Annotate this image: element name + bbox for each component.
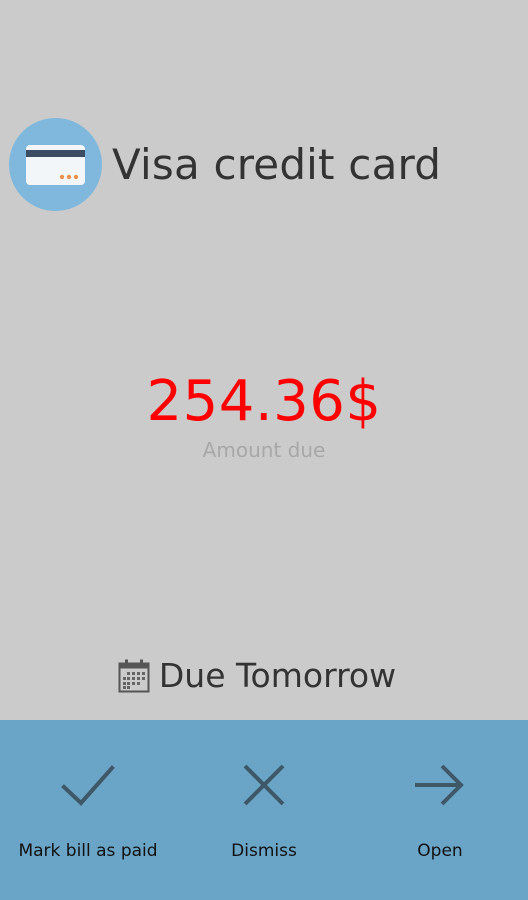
action-bar: Mark bill as paid Dismiss Open bbox=[0, 720, 528, 900]
dismiss-label: Dismiss bbox=[231, 841, 297, 861]
amount-due-value: 254.36$ bbox=[146, 369, 382, 434]
bill-title: Visa credit card bbox=[112, 140, 442, 189]
mark-paid-label: Mark bill as paid bbox=[18, 841, 158, 861]
open-label: Open bbox=[417, 841, 463, 861]
credit-card-graphic bbox=[26, 145, 85, 185]
credit-card-icon bbox=[9, 118, 102, 211]
amount-due-label: Amount due bbox=[202, 438, 326, 462]
dismiss-button[interactable]: Dismiss bbox=[176, 720, 352, 900]
bill-reminder-screen: Visa credit card 254.36$ Amount due Due … bbox=[0, 0, 528, 900]
open-button[interactable]: Open bbox=[352, 720, 528, 900]
mark-paid-button[interactable]: Mark bill as paid bbox=[0, 720, 176, 900]
arrow-right-icon bbox=[415, 764, 464, 806]
due-date-row: Due Tomorrow bbox=[0, 656, 528, 695]
bill-header: Visa credit card bbox=[9, 118, 441, 211]
checkmark-icon bbox=[61, 765, 115, 806]
amount-block: 254.36$ Amount due bbox=[0, 368, 528, 462]
calendar-icon bbox=[118, 659, 150, 692]
close-icon bbox=[243, 764, 285, 806]
due-date-text: Due Tomorrow bbox=[158, 656, 397, 695]
